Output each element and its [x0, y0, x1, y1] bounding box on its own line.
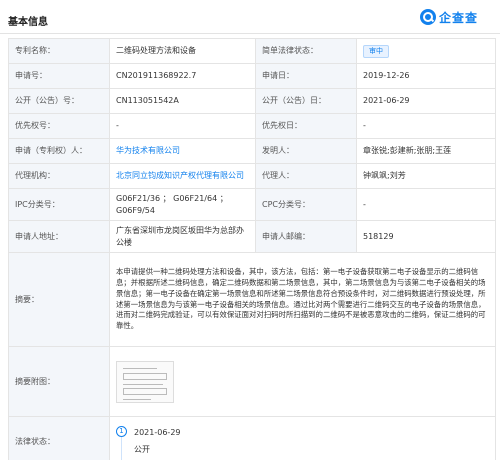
figure-line: [123, 367, 157, 369]
ipc-label: IPC分类号：: [8, 188, 110, 221]
table-row: 摘要： 本申请提供一种二维码处理方法和设备，其中，该方法，包括：第一电子设备获取…: [8, 252, 496, 347]
figure-box: [123, 372, 167, 380]
abstract-figure-thumbnail[interactable]: [116, 360, 174, 403]
patent-info-table: 专利名称： 二维码处理方法和设备 简单法律状态： 审中 申请号： CN20191…: [8, 38, 496, 460]
agent-value: 钟飒飒;刘芳: [356, 163, 496, 189]
section-title: 基本信息: [8, 17, 48, 28]
table-row: 专利名称： 二维码处理方法和设备 简单法律状态： 审中: [8, 38, 496, 64]
abstract-text: 本申请提供一种二维码处理方法和设备，其中，该方法，包括：第一电子设备获取第二电子…: [109, 252, 496, 347]
agency-cell: 北京同立钧成知识产权代理有限公司: [109, 163, 256, 189]
timeline-line: [121, 436, 122, 460]
qichacha-logo: 企查查: [420, 8, 478, 26]
timeline-index-badge: 1: [116, 425, 127, 437]
legal-timeline: 1 2021-06-29 公开: [116, 420, 489, 460]
patent-name-label: 专利名称：: [8, 38, 110, 64]
table-row: 申请（专利权）人： 华为技术有限公司 发明人： 章张锐;彭建新;张朋;王莲: [8, 138, 496, 164]
publication-number-label: 公开（公告）号：: [8, 88, 110, 114]
search-logo-icon: [420, 9, 436, 25]
agent-label: 代理人：: [255, 163, 357, 189]
timeline-date: 2021-06-29: [134, 427, 181, 437]
figure-cell: [109, 346, 496, 417]
legal-status-cell: 审中: [356, 38, 496, 64]
application-number-label: 申请号：: [8, 63, 110, 89]
postcode-label: 申请人邮编：: [255, 220, 357, 253]
inventor-value: 章张锐;彭建新;张朋;王莲: [356, 138, 496, 164]
applicant-cell: 华为技术有限公司: [109, 138, 256, 164]
table-row: 法律状态： 1 2021-06-29 公开: [8, 416, 496, 460]
legal-status-history-label: 法律状态：: [8, 416, 110, 460]
publication-number-value: CN113051542A: [109, 88, 256, 114]
inventor-label: 发明人：: [255, 138, 357, 164]
publication-date-value: 2021-06-29: [356, 88, 496, 114]
figure-label: 摘要附图：: [8, 346, 110, 417]
application-date-value: 2019-12-26: [356, 63, 496, 89]
ipc-value: G06F21/36 ； G06F21/64 ； G06F9/54: [109, 188, 256, 221]
applicant-label: 申请（专利权）人：: [8, 138, 110, 164]
legal-status-history-cell: 1 2021-06-29 公开: [109, 416, 496, 460]
priority-date-value: -: [356, 113, 496, 139]
address-value: 广东省深圳市龙岗区坂田华为总部办公楼: [109, 220, 256, 253]
legal-status-label: 简单法律状态：: [255, 38, 357, 64]
figure-box: [123, 387, 167, 395]
postcode-value: 518129: [356, 220, 496, 253]
applicant-link[interactable]: 华为技术有限公司: [116, 146, 180, 155]
application-number-value: CN201911368922.7: [109, 63, 256, 89]
logo-text: 企查查: [439, 10, 479, 25]
page-header: 基本信息 企查查: [0, 0, 500, 34]
agency-label: 代理机构：: [8, 163, 110, 189]
publication-date-label: 公开（公告）日：: [255, 88, 357, 114]
table-row: 优先权号： - 优先权日： -: [8, 113, 496, 139]
status-badge: 审中: [363, 44, 389, 58]
table-row: 代理机构： 北京同立钧成知识产权代理有限公司 代理人： 钟飒飒;刘芳: [8, 163, 496, 189]
table-row: 申请号： CN201911368922.7 申请日： 2019-12-26: [8, 63, 496, 89]
figure-line: [123, 383, 163, 385]
cpc-label: CPC分类号：: [255, 188, 357, 221]
table-row: 申请人地址： 广东省深圳市龙岗区坂田华为总部办公楼 申请人邮编： 518129: [8, 220, 496, 253]
table-row: 摘要附图：: [8, 346, 496, 417]
abstract-label: 摘要：: [8, 252, 110, 347]
agency-link[interactable]: 北京同立钧成知识产权代理有限公司: [116, 171, 244, 180]
priority-number-value: -: [109, 113, 256, 139]
priority-number-label: 优先权号：: [8, 113, 110, 139]
figure-line: [123, 398, 151, 400]
patent-name-value: 二维码处理方法和设备: [109, 38, 256, 64]
timeline-status: 公开: [134, 444, 150, 454]
application-date-label: 申请日：: [255, 63, 357, 89]
priority-date-label: 优先权日：: [255, 113, 357, 139]
cpc-value: -: [356, 188, 496, 221]
address-label: 申请人地址：: [8, 220, 110, 253]
table-row: 公开（公告）号： CN113051542A 公开（公告）日： 2021-06-2…: [8, 88, 496, 114]
table-row: IPC分类号： G06F21/36 ； G06F21/64 ； G06F9/54…: [8, 188, 496, 221]
